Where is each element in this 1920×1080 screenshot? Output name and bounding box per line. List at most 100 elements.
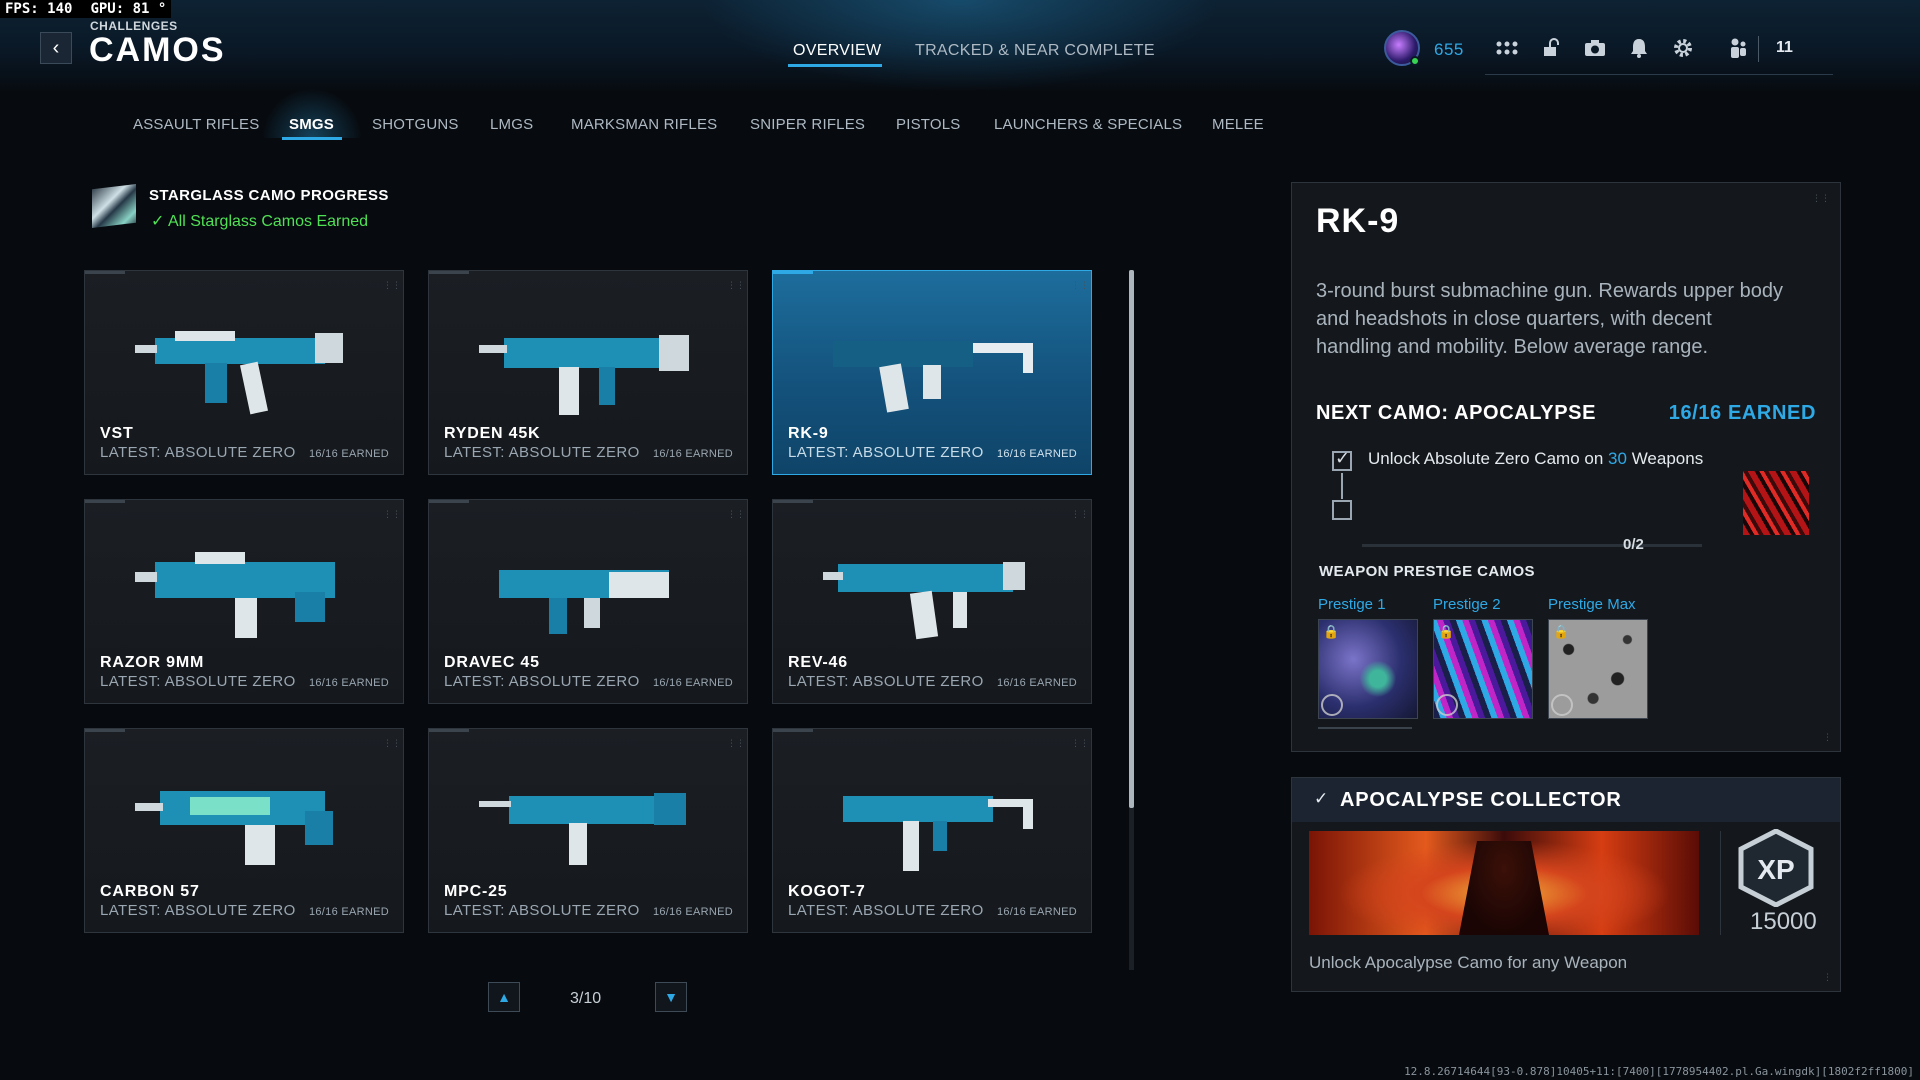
prestige-1-label: Prestige 1: [1318, 596, 1386, 613]
unlock-icon[interactable]: [1538, 36, 1564, 60]
collector-reward-art: [1309, 831, 1699, 935]
weapon-earned-count: 16/16 EARNED: [996, 448, 1077, 460]
svg-text:XP: XP: [1757, 854, 1794, 885]
grip-icon: ⋮⋮: [383, 280, 401, 290]
back-button[interactable]: ‹: [40, 32, 72, 64]
weapon-name: RAZOR 9MM: [100, 654, 205, 671]
weapon-latest-camo: LATEST: ABSOLUTE ZERO: [788, 673, 984, 690]
weapon-card[interactable]: ⋮⋮ VST LATEST: ABSOLUTE ZERO 16/16 EARNE…: [84, 270, 404, 475]
category-launchers-specials[interactable]: LAUNCHERS & SPECIALS: [994, 116, 1182, 133]
weapon-latest-camo: LATEST: ABSOLUTE ZERO: [444, 902, 640, 919]
next-camo-label: NEXT CAMO: APOCALYPSE: [1316, 402, 1597, 424]
grip-icon: ⋮⋮: [1071, 738, 1089, 748]
tab-overview[interactable]: OVERVIEW: [793, 42, 881, 60]
weapon-card[interactable]: ⋮⋮ RYDEN 45K LATEST: ABSOLUTE ZERO 16/16…: [428, 270, 748, 475]
weapon-earned-count: 16/16 EARNED: [308, 448, 389, 460]
starglass-title: STARGLASS CAMO PROGRESS: [149, 187, 389, 204]
apocalypse-collector-panel[interactable]: ✓ APOCALYPSE COLLECTOR XP 15000 Unlock A…: [1291, 777, 1841, 992]
grip-icon: ⋮⋮: [727, 738, 745, 748]
category-lmgs[interactable]: LMGS: [490, 116, 533, 133]
prestige-badge-icon: [1321, 694, 1343, 716]
weapon-name: CARBON 57: [100, 883, 200, 900]
weapon-earned-count: 16/16 EARNED: [996, 906, 1077, 918]
prestige-max-label: Prestige Max: [1548, 596, 1636, 613]
player-avatar[interactable]: [1384, 30, 1420, 66]
chevron-down-icon: ▼: [664, 989, 678, 1005]
weapon-latest-camo: LATEST: ABSOLUTE ZERO: [100, 444, 296, 461]
grip-icon: ⋮: [1823, 732, 1832, 742]
weapon-name: MPC-25: [444, 883, 508, 900]
weapon-name: RK-9: [788, 425, 829, 442]
weapon-image: [135, 331, 343, 415]
prestige-badge-icon: [1436, 694, 1458, 716]
prestige-badge-icon: [1551, 694, 1573, 716]
tab-underline: [788, 64, 882, 67]
apocalypse-camo-thumbnail[interactable]: [1743, 471, 1809, 535]
weapon-card[interactable]: ⋮⋮ DRAVEC 45 LATEST: ABSOLUTE ZERO 16/16…: [428, 499, 748, 704]
prestige-progress-bar: [1318, 727, 1412, 729]
card-progress-bar: [85, 271, 125, 274]
prestige-1-camo[interactable]: 🔒: [1318, 619, 1418, 719]
page-indicator: 3/10: [570, 990, 602, 1007]
grip-icon: ⋮⋮: [1812, 193, 1830, 203]
category-sniper-rifles[interactable]: SNIPER RIFLES: [750, 116, 865, 133]
weapon-detail-panel: ⋮⋮ RK-9 3-round burst submachine gun. Re…: [1291, 182, 1841, 752]
grip-icon: ⋮: [1823, 972, 1832, 982]
weapon-latest-camo: LATEST: ABSOLUTE ZERO: [788, 444, 984, 461]
scrollbar-thumb[interactable]: [1129, 270, 1134, 808]
hud-underline: [1485, 74, 1833, 75]
category-assault-rifles[interactable]: ASSAULT RIFLES: [133, 116, 259, 133]
card-progress-bar: [85, 500, 125, 503]
weapon-name: REV-46: [788, 654, 848, 671]
grip-icon: ⋮⋮: [1071, 509, 1089, 519]
xp-reward-value: 15000: [1750, 908, 1817, 935]
category-smgs[interactable]: SMGS: [289, 116, 334, 133]
category-shotguns[interactable]: SHOTGUNS: [372, 116, 459, 133]
category-melee[interactable]: MELEE: [1212, 116, 1264, 133]
category-marksman-rifles[interactable]: MARKSMAN RIFLES: [571, 116, 717, 133]
weapon-name: VST: [100, 425, 134, 442]
detail-description: 3-round burst submachine gun. Rewards up…: [1316, 280, 1783, 358]
weapon-name: DRAVEC 45: [444, 654, 540, 671]
chevron-up-icon: ▲: [497, 989, 511, 1005]
weapon-image: [479, 335, 689, 415]
gear-icon[interactable]: [1670, 36, 1696, 60]
page-up-button[interactable]: ▲: [488, 982, 520, 1012]
weapon-card[interactable]: ⋮⋮ MPC-25 LATEST: ABSOLUTE ZERO 16/16 EA…: [428, 728, 748, 933]
bell-icon[interactable]: [1626, 36, 1652, 60]
chevron-left-icon: ‹: [52, 36, 60, 59]
weapon-latest-camo: LATEST: ABSOLUTE ZERO: [100, 673, 296, 690]
weapon-card[interactable]: ⋮⋮ REV-46 LATEST: ABSOLUTE ZERO 16/16 EA…: [772, 499, 1092, 704]
lock-icon: 🔒: [1438, 624, 1455, 639]
category-pistols[interactable]: PISTOLS: [896, 116, 960, 133]
page-title: CAMOS: [89, 31, 226, 69]
weapon-card[interactable]: ⋮⋮ CARBON 57 LATEST: ABSOLUTE ZERO 16/16…: [84, 728, 404, 933]
prestige-camos-title: WEAPON PRESTIGE CAMOS: [1319, 563, 1535, 580]
weapon-image: [479, 793, 686, 865]
weapon-card[interactable]: ⋮⋮ RAZOR 9MM LATEST: ABSOLUTE ZERO 16/16…: [84, 499, 404, 704]
xp-badge-icon: XP: [1738, 829, 1814, 907]
grip-icon: ⋮⋮: [1071, 280, 1089, 290]
camera-icon[interactable]: [1582, 36, 1608, 60]
weapon-image: [833, 341, 1033, 413]
hud-separator: [1758, 36, 1759, 62]
checkmark-icon: ✓: [151, 213, 168, 230]
weapon-card[interactable]: ⋮⋮ KOGOT-7 LATEST: ABSOLUTE ZERO 16/16 E…: [772, 728, 1092, 933]
apps-grid-icon[interactable]: [1494, 36, 1520, 60]
weapon-earned-count: 16/16 EARNED: [652, 677, 733, 689]
weapon-image: [135, 552, 335, 638]
card-progress-bar: [85, 729, 125, 732]
challenge-text: Unlock Absolute Zero Camo on 30 Weapons: [1368, 449, 1704, 468]
card-progress-bar: [429, 271, 469, 274]
build-info: 12.8.26714644[93-0.878]10405+11:[7400][1…: [1404, 1065, 1914, 1078]
page-down-button[interactable]: ▼: [655, 982, 687, 1012]
tab-tracked[interactable]: TRACKED & NEAR COMPLETE: [915, 42, 1155, 60]
prestige-max-camo[interactable]: 🔒: [1548, 619, 1648, 719]
collector-title: APOCALYPSE COLLECTOR: [1340, 789, 1622, 811]
lock-icon: 🔒: [1323, 624, 1340, 639]
prestige-2-camo[interactable]: 🔒: [1433, 619, 1533, 719]
weapon-card-selected[interactable]: ⋮⋮ RK-9 LATEST: ABSOLUTE ZERO 16/16 EARN…: [772, 270, 1092, 475]
party-icon[interactable]: [1725, 36, 1751, 60]
debug-overlay: FPS: 140 GPU: 81 °: [0, 0, 172, 18]
category-underline: [282, 137, 342, 140]
